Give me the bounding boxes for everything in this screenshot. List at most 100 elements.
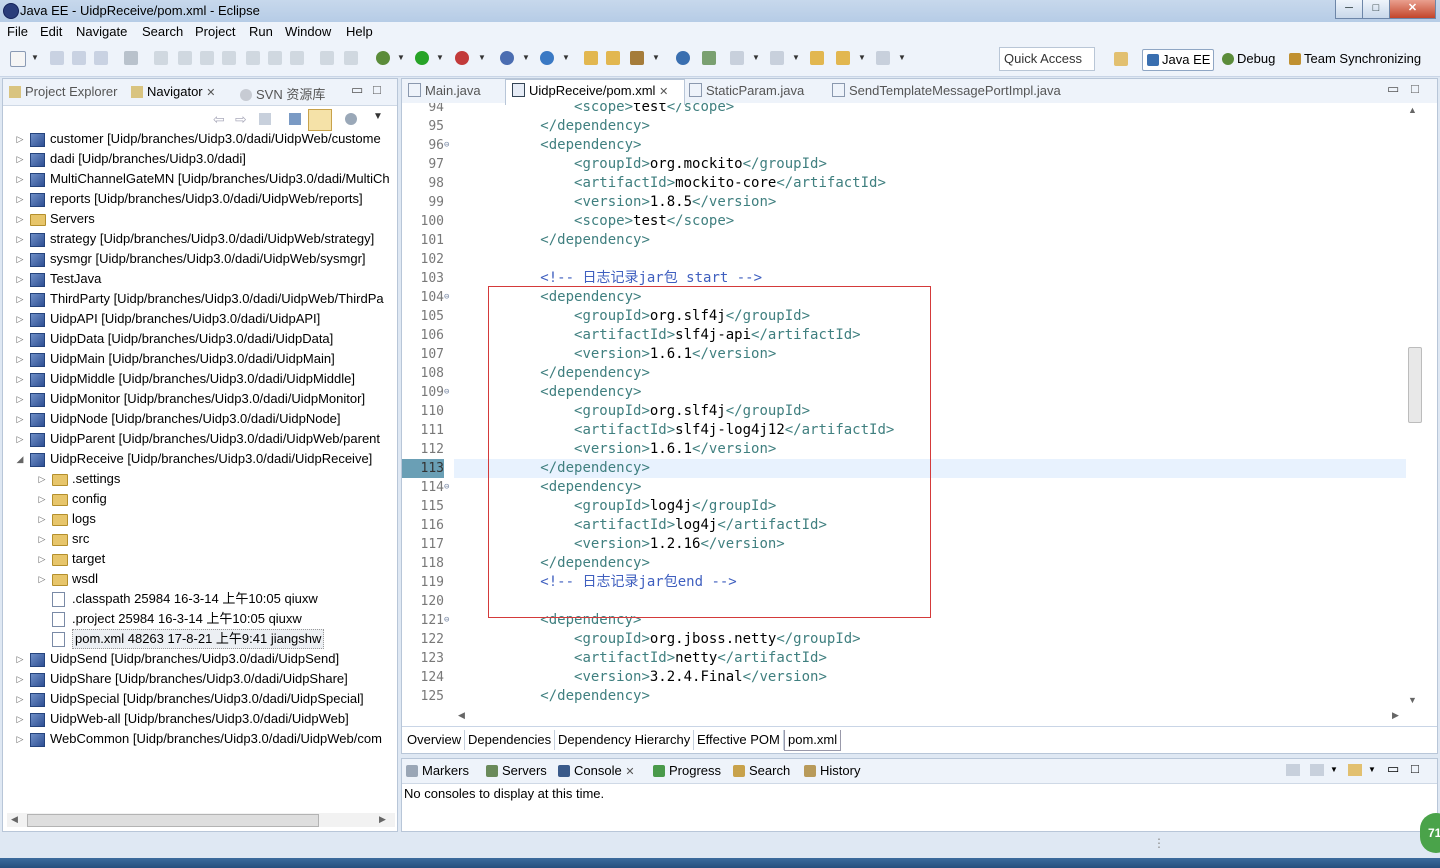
chevron-down-icon[interactable]: ▼ <box>652 53 660 62</box>
code-line[interactable]: 124 <version>3.2.4.Final</version> <box>402 668 1406 687</box>
perspective-debug[interactable]: Debug <box>1218 49 1275 69</box>
menu-navigate[interactable]: Navigate <box>76 24 127 39</box>
tab-svn-repository[interactable]: SVN 资源库 <box>240 84 325 103</box>
tree-project-item[interactable]: ▷ TestJava <box>3 269 395 289</box>
minimize-button[interactable]: ─ <box>1335 0 1363 19</box>
collapsed-arrow-icon[interactable]: ▷ <box>15 349 25 369</box>
suspend-icon[interactable] <box>178 51 192 65</box>
tree-project-item[interactable]: ▷ UidpShare [Uidp/branches/Uidp3.0/dadi/U… <box>3 669 395 689</box>
previous-annotation-icon[interactable] <box>770 51 784 65</box>
scroll-left-icon[interactable]: ◀ <box>11 814 18 825</box>
chevron-down-icon[interactable]: ▼ <box>858 53 866 62</box>
pin-console-icon[interactable] <box>1286 764 1300 776</box>
code-line[interactable]: 95 </dependency> <box>402 117 1406 136</box>
tree-project-item[interactable]: ▷ MultiChannelGateMN [Uidp/branches/Uidp3… <box>3 169 395 189</box>
tab-effective-pom[interactable]: Effective POM <box>694 730 784 750</box>
search-icon[interactable] <box>630 51 644 65</box>
collapsed-arrow-icon[interactable]: ▷ <box>15 689 25 709</box>
code-line[interactable]: 97 <groupId>org.mockito</groupId> <box>402 155 1406 174</box>
filter-icon[interactable] <box>345 113 357 125</box>
tree-project-item[interactable]: ▷ dadi [Uidp/branches/Uidp3.0/dadi] <box>3 149 395 169</box>
perspective-team-sync[interactable]: Team Synchronizing <box>1285 49 1421 69</box>
scroll-right-icon[interactable]: ▶ <box>1392 710 1399 721</box>
open-type-icon[interactable] <box>584 51 598 65</box>
save-icon[interactable] <box>50 51 64 65</box>
toggle-annotation-icon[interactable] <box>702 51 716 65</box>
tree-child-item[interactable]: pom.xml 48263 17-8-21 上午9:41 jiangshw <box>3 629 395 649</box>
collapsed-arrow-icon[interactable]: ▷ <box>15 209 25 229</box>
save-all-icon[interactable] <box>72 51 86 65</box>
terminate-icon[interactable] <box>200 51 214 65</box>
collapsed-arrow-icon[interactable]: ▷ <box>15 709 25 729</box>
tree-project-item[interactable]: ▷ UidpNode [Uidp/branches/Uidp3.0/dadi/Ui… <box>3 409 395 429</box>
tree-child-item[interactable]: ▷ src <box>3 529 395 549</box>
collapsed-arrow-icon[interactable]: ▷ <box>15 229 25 249</box>
chevron-down-icon[interactable]: ▼ <box>1330 765 1338 774</box>
maximize-view-icon[interactable]: □ <box>373 82 381 97</box>
editor-horizontal-scrollbar[interactable]: ◀ ▶ <box>456 709 1406 723</box>
resume-icon[interactable] <box>154 51 168 65</box>
open-console-icon[interactable] <box>1348 764 1362 776</box>
tab-staticparam-java[interactable]: StaticParam.java <box>689 83 804 98</box>
chevron-down-icon[interactable]: ▼ <box>752 53 760 62</box>
last-edit-location-icon[interactable] <box>810 51 824 65</box>
collapsed-arrow-icon[interactable]: ▷ <box>15 389 25 409</box>
tree-child-item[interactable]: ▷ config <box>3 489 395 509</box>
fold-toggle-icon[interactable]: ⊖ <box>444 136 449 155</box>
collapsed-arrow-icon[interactable]: ▷ <box>37 569 47 589</box>
new-icon[interactable] <box>10 51 26 67</box>
display-console-icon[interactable] <box>1310 764 1324 776</box>
view-menu-icon[interactable]: ▼ <box>373 111 383 122</box>
back-icon[interactable] <box>836 51 850 65</box>
new-server-icon[interactable] <box>500 51 514 65</box>
code-line[interactable]: 122 <groupId>org.jboss.netty</groupId> <box>402 630 1406 649</box>
tree-child-item[interactable]: ▷ wsdl <box>3 569 395 589</box>
scroll-up-icon[interactable]: ▲ <box>1408 105 1417 115</box>
collapsed-arrow-icon[interactable]: ▷ <box>15 149 25 169</box>
expanded-arrow-icon[interactable]: ◢ <box>15 449 25 469</box>
step-into-icon[interactable] <box>246 51 260 65</box>
tab-search[interactable]: Search <box>733 763 790 778</box>
use-step-filters-icon[interactable] <box>344 51 358 65</box>
tree-project-item[interactable]: ▷ UidpMain [Uidp/branches/Uidp3.0/dadi/Ui… <box>3 349 395 369</box>
tree-project-item[interactable]: ▷ reports [Uidp/branches/Uidp3.0/dadi/Uid… <box>3 189 395 209</box>
chevron-down-icon[interactable]: ▼ <box>31 53 39 62</box>
tab-pom-xml[interactable]: UidpReceive/pom.xml ✕ <box>512 83 668 98</box>
tree-child-item[interactable]: ▷ target <box>3 549 395 569</box>
next-annotation-icon[interactable] <box>730 51 744 65</box>
minimize-view-icon[interactable]: ▭ <box>1387 761 1399 777</box>
tree-project-item[interactable]: ▷ customer [Uidp/branches/Uidp3.0/dadi/Ui… <box>3 129 395 149</box>
close-icon[interactable]: ✕ <box>625 766 634 778</box>
forward-arrow-icon[interactable]: ⇨ <box>235 111 247 128</box>
tab-progress[interactable]: Progress <box>653 763 721 778</box>
scroll-left-icon[interactable]: ◀ <box>458 710 465 721</box>
code-line[interactable]: 102 <box>402 250 1406 269</box>
tree-child-item[interactable]: ▷ .settings <box>3 469 395 489</box>
tree-project-item[interactable]: ◢ UidpReceive [Uidp/branches/Uidp3.0/dadi… <box>3 449 395 469</box>
tab-console[interactable]: Console ✕ <box>558 763 635 778</box>
open-task-icon[interactable] <box>606 51 620 65</box>
collapsed-arrow-icon[interactable]: ▷ <box>37 489 47 509</box>
collapsed-arrow-icon[interactable]: ▷ <box>15 289 25 309</box>
menu-file[interactable]: File <box>7 24 28 39</box>
tab-project-explorer[interactable]: Project Explorer <box>9 84 117 99</box>
tree-project-item[interactable]: ▷ sysmgr [Uidp/branches/Uidp3.0/dadi/Uidp… <box>3 249 395 269</box>
open-perspective-icon[interactable] <box>1114 52 1128 66</box>
new-class-icon[interactable] <box>540 51 554 65</box>
minimize-editor-icon[interactable]: ▭ <box>1387 81 1399 97</box>
step-over-icon[interactable] <box>268 51 282 65</box>
tab-navigator[interactable]: Navigator ✕ <box>131 84 215 99</box>
tree-child-item[interactable]: .project 25984 16-3-14 上午10:05 qiuxw <box>3 609 395 629</box>
tree-project-item[interactable]: ▷ UidpWeb-all [Uidp/branches/Uidp3.0/dadi… <box>3 709 395 729</box>
chevron-down-icon[interactable]: ▼ <box>1368 765 1376 774</box>
code-line[interactable]: 125 </dependency> <box>402 687 1406 703</box>
run-icon[interactable] <box>415 51 429 65</box>
forward-icon[interactable] <box>876 51 890 65</box>
menu-edit[interactable]: Edit <box>40 24 62 39</box>
collapsed-arrow-icon[interactable]: ▷ <box>15 189 25 209</box>
code-line[interactable]: 100 <scope>test</scope> <box>402 212 1406 231</box>
tree-project-item[interactable]: ▷ UidpAPI [Uidp/branches/Uidp3.0/dadi/Uid… <box>3 309 395 329</box>
tree-project-item[interactable]: ▷ UidpSpecial [Uidp/branches/Uidp3.0/dadi… <box>3 689 395 709</box>
maximize-view-icon[interactable]: □ <box>1411 761 1419 776</box>
tree-child-item[interactable]: .classpath 25984 16-3-14 上午10:05 qiuxw <box>3 589 395 609</box>
